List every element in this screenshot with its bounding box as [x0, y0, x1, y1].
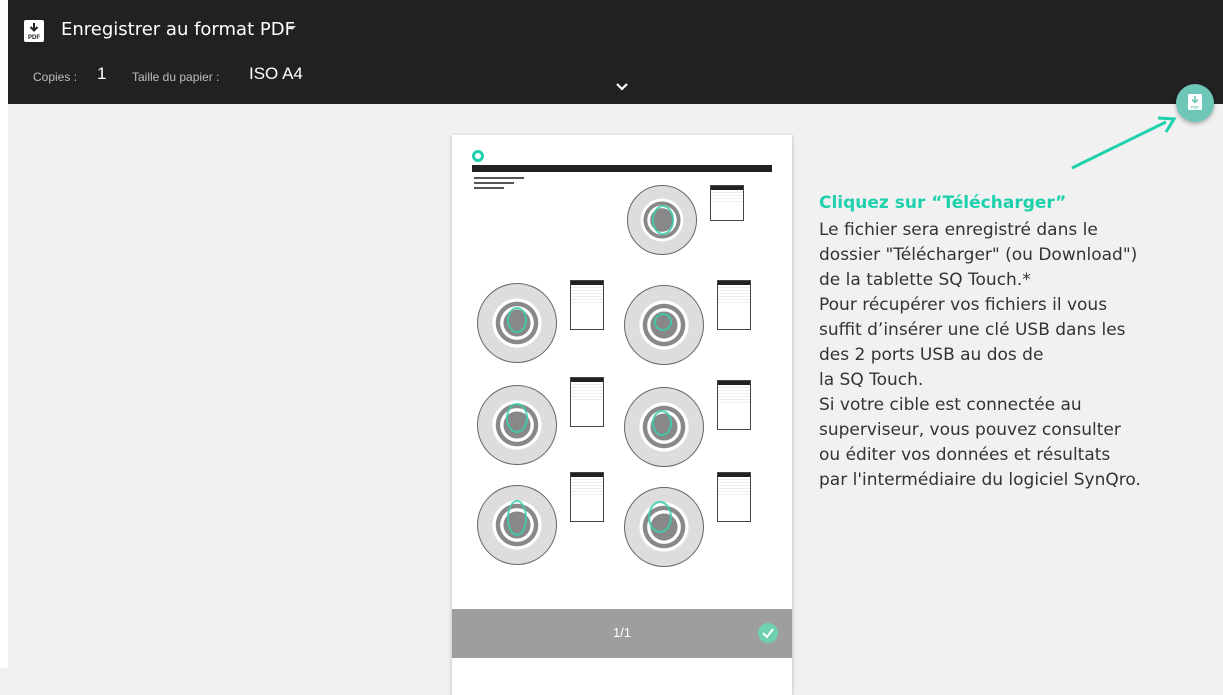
page-counter: 1/1: [612, 625, 632, 640]
series-table: [717, 472, 751, 522]
copies-input[interactable]: 1: [97, 64, 106, 84]
report-logo: [472, 150, 484, 162]
callout-arrow-icon: [1071, 116, 1177, 170]
callout-body: Le fichier sera enregistré dans le dossi…: [819, 220, 1141, 490]
destination-select[interactable]: Enregistrer au format PDF: [61, 19, 295, 40]
hit-cluster: [506, 403, 528, 433]
hit-cluster: [507, 500, 527, 536]
callout-title: Cliquez sur “Télécharger”: [819, 193, 1067, 213]
summary-table: [710, 185, 744, 221]
paper-size-select[interactable]: ISO A4: [249, 64, 303, 84]
check-icon[interactable]: [758, 623, 778, 643]
hit-cluster: [654, 313, 672, 331]
svg-text:PDF: PDF: [28, 35, 40, 41]
svg-text:PDF: PDF: [1191, 105, 1200, 110]
copies-label: Copies :: [33, 70, 78, 84]
page-footer: 1/1: [452, 609, 792, 658]
series-table: [570, 377, 604, 427]
chevron-down-icon[interactable]: [613, 80, 631, 94]
series-table: [570, 280, 604, 330]
series-table: [717, 280, 751, 330]
report-summary: [474, 177, 524, 195]
series-table: [570, 472, 604, 522]
print-toolbar: PDF Enregistrer au format PDF Copies : 1…: [8, 0, 1223, 104]
hit-cluster: [507, 307, 527, 333]
series-table: [717, 380, 751, 430]
hit-cluster: [652, 205, 674, 235]
paper-size-label: Taille du papier :: [132, 70, 220, 84]
dropdown-arrow-icon[interactable]: [288, 26, 296, 30]
pdf-file-icon: PDF: [24, 20, 44, 42]
hit-cluster: [648, 501, 672, 533]
left-edge: [0, 0, 8, 668]
hit-cluster: [652, 410, 672, 436]
report-header-bar: [472, 165, 772, 172]
